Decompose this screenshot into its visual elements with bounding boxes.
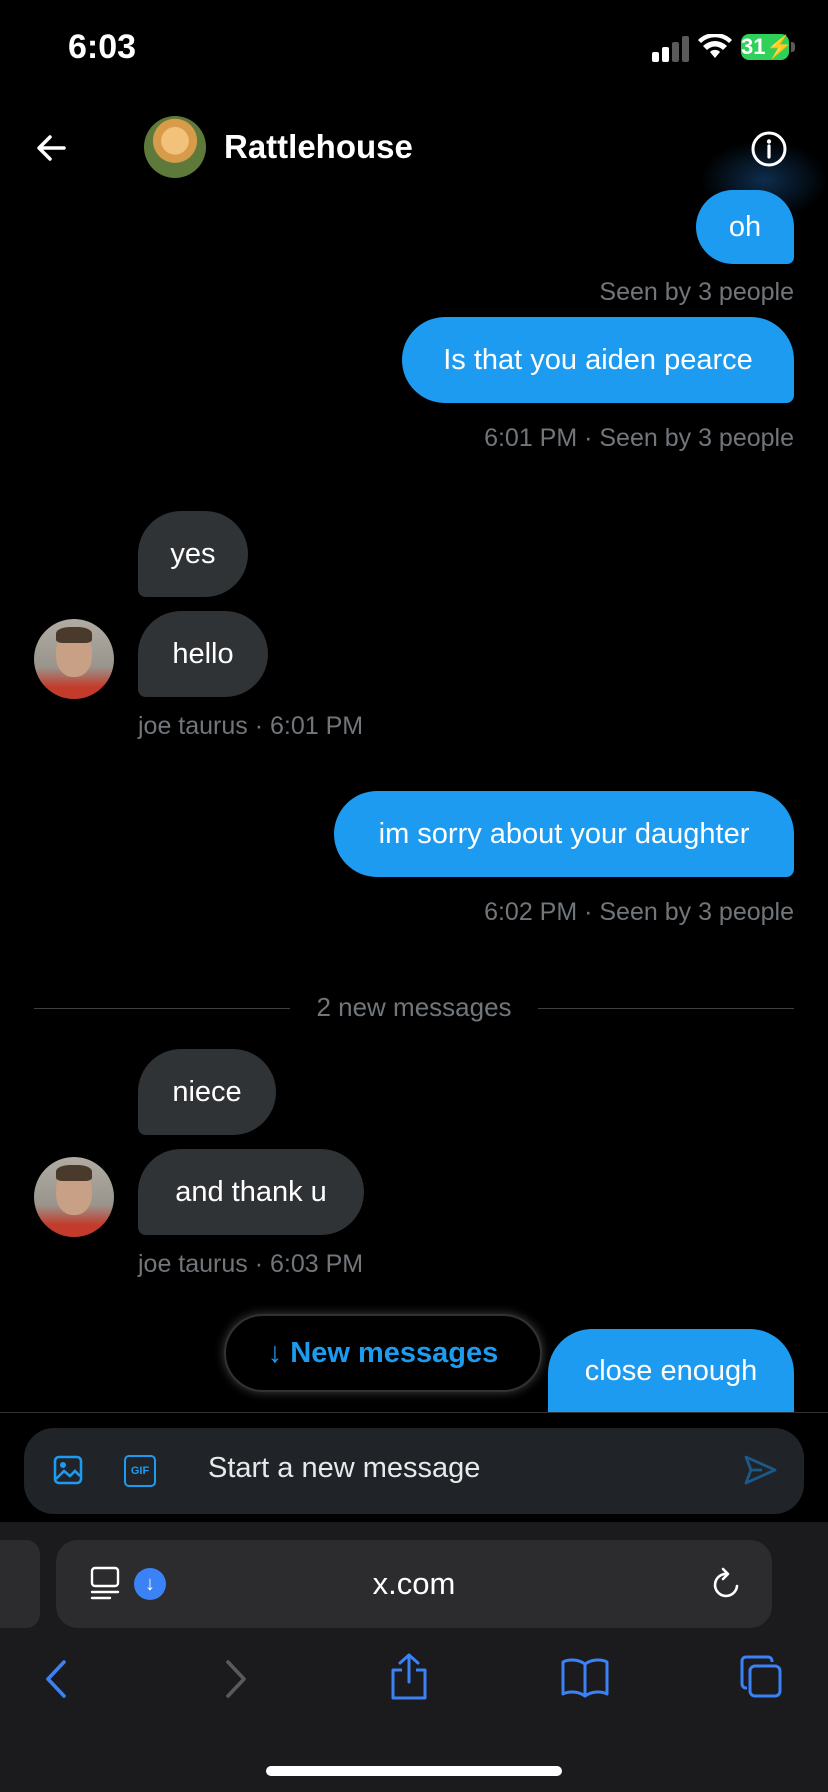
battery-icon: 31⚡	[741, 34, 793, 60]
reload-icon[interactable]	[710, 1566, 744, 1607]
status-time: 6:03	[68, 28, 137, 66]
message-bubble-outgoing[interactable]: im sorry about your daughter	[334, 791, 794, 877]
message-meta: 6:02 PM · Seen by 3 people	[484, 898, 794, 926]
bookmarks-icon[interactable]	[560, 1656, 610, 1703]
message-bubble-outgoing[interactable]: oh	[696, 190, 794, 264]
sender-avatar[interactable]	[34, 1157, 114, 1237]
browser-back-icon[interactable]	[42, 1658, 72, 1705]
message-bubble-outgoing[interactable]: close enough	[548, 1329, 794, 1413]
message-bubble-incoming[interactable]: hello	[138, 611, 268, 697]
new-messages-button[interactable]: ↓ New messages	[224, 1314, 542, 1392]
composer-divider	[0, 1412, 828, 1413]
message-meta: 6:01 PM · Seen by 3 people	[484, 424, 794, 452]
home-indicator[interactable]	[266, 1766, 562, 1776]
battery-tip	[791, 42, 795, 52]
message-bubble-incoming[interactable]: yes	[138, 511, 248, 597]
battery-level: 31	[741, 34, 766, 59]
conversation-title[interactable]: Rattlehouse	[224, 128, 413, 166]
message-input[interactable]: Start a new message	[208, 1452, 480, 1485]
divider-line-right	[538, 1008, 794, 1009]
message-meta: joe taurus · 6:03 PM	[138, 1250, 364, 1278]
message-meta: Seen by 3 people	[599, 278, 794, 306]
back-arrow-icon[interactable]	[30, 126, 74, 170]
cellular-signal-icon	[652, 34, 690, 62]
tabs-icon[interactable]	[738, 1654, 784, 1705]
wifi-icon	[698, 32, 732, 65]
message-bubble-outgoing[interactable]: Is that you aiden pearce	[402, 317, 794, 403]
send-icon[interactable]	[742, 1452, 778, 1493]
sender-avatar[interactable]	[34, 619, 114, 699]
share-icon[interactable]	[388, 1652, 430, 1707]
browser-forward-icon[interactable]	[220, 1658, 250, 1705]
info-icon[interactable]	[750, 130, 788, 168]
url-text[interactable]: x.com	[0, 1566, 828, 1602]
gif-icon[interactable]: GIF	[124, 1455, 156, 1487]
group-avatar[interactable]	[144, 116, 206, 178]
image-icon[interactable]	[52, 1454, 84, 1491]
message-bubble-incoming[interactable]: and thank u	[138, 1149, 364, 1235]
message-bubble-incoming[interactable]: niece	[138, 1049, 276, 1135]
message-meta: joe taurus · 6:01 PM	[138, 712, 364, 740]
